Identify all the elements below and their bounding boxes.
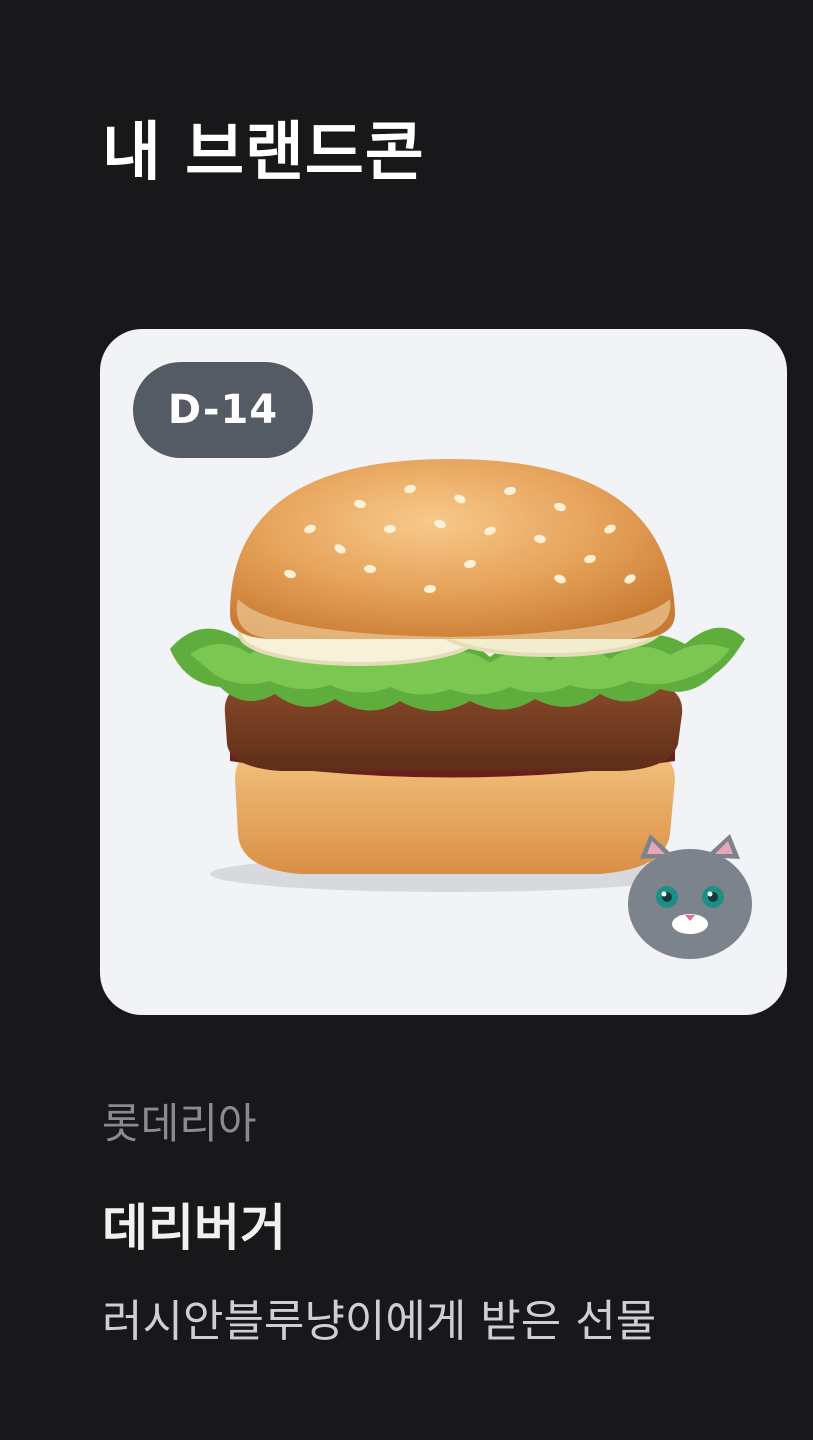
gift-sender-note: 러시안블루냥이에게 받은 선물 <box>102 1296 657 1347</box>
brand-name: 롯데리아 <box>102 1099 257 1148</box>
dday-badge: D-14 <box>133 362 313 458</box>
page-title: 내 브랜드콘 <box>102 116 425 190</box>
product-name: 데리버거 <box>102 1199 286 1257</box>
cat-avatar-icon <box>628 834 752 959</box>
brandcon-card[interactable]: D-14 <box>100 329 787 1015</box>
